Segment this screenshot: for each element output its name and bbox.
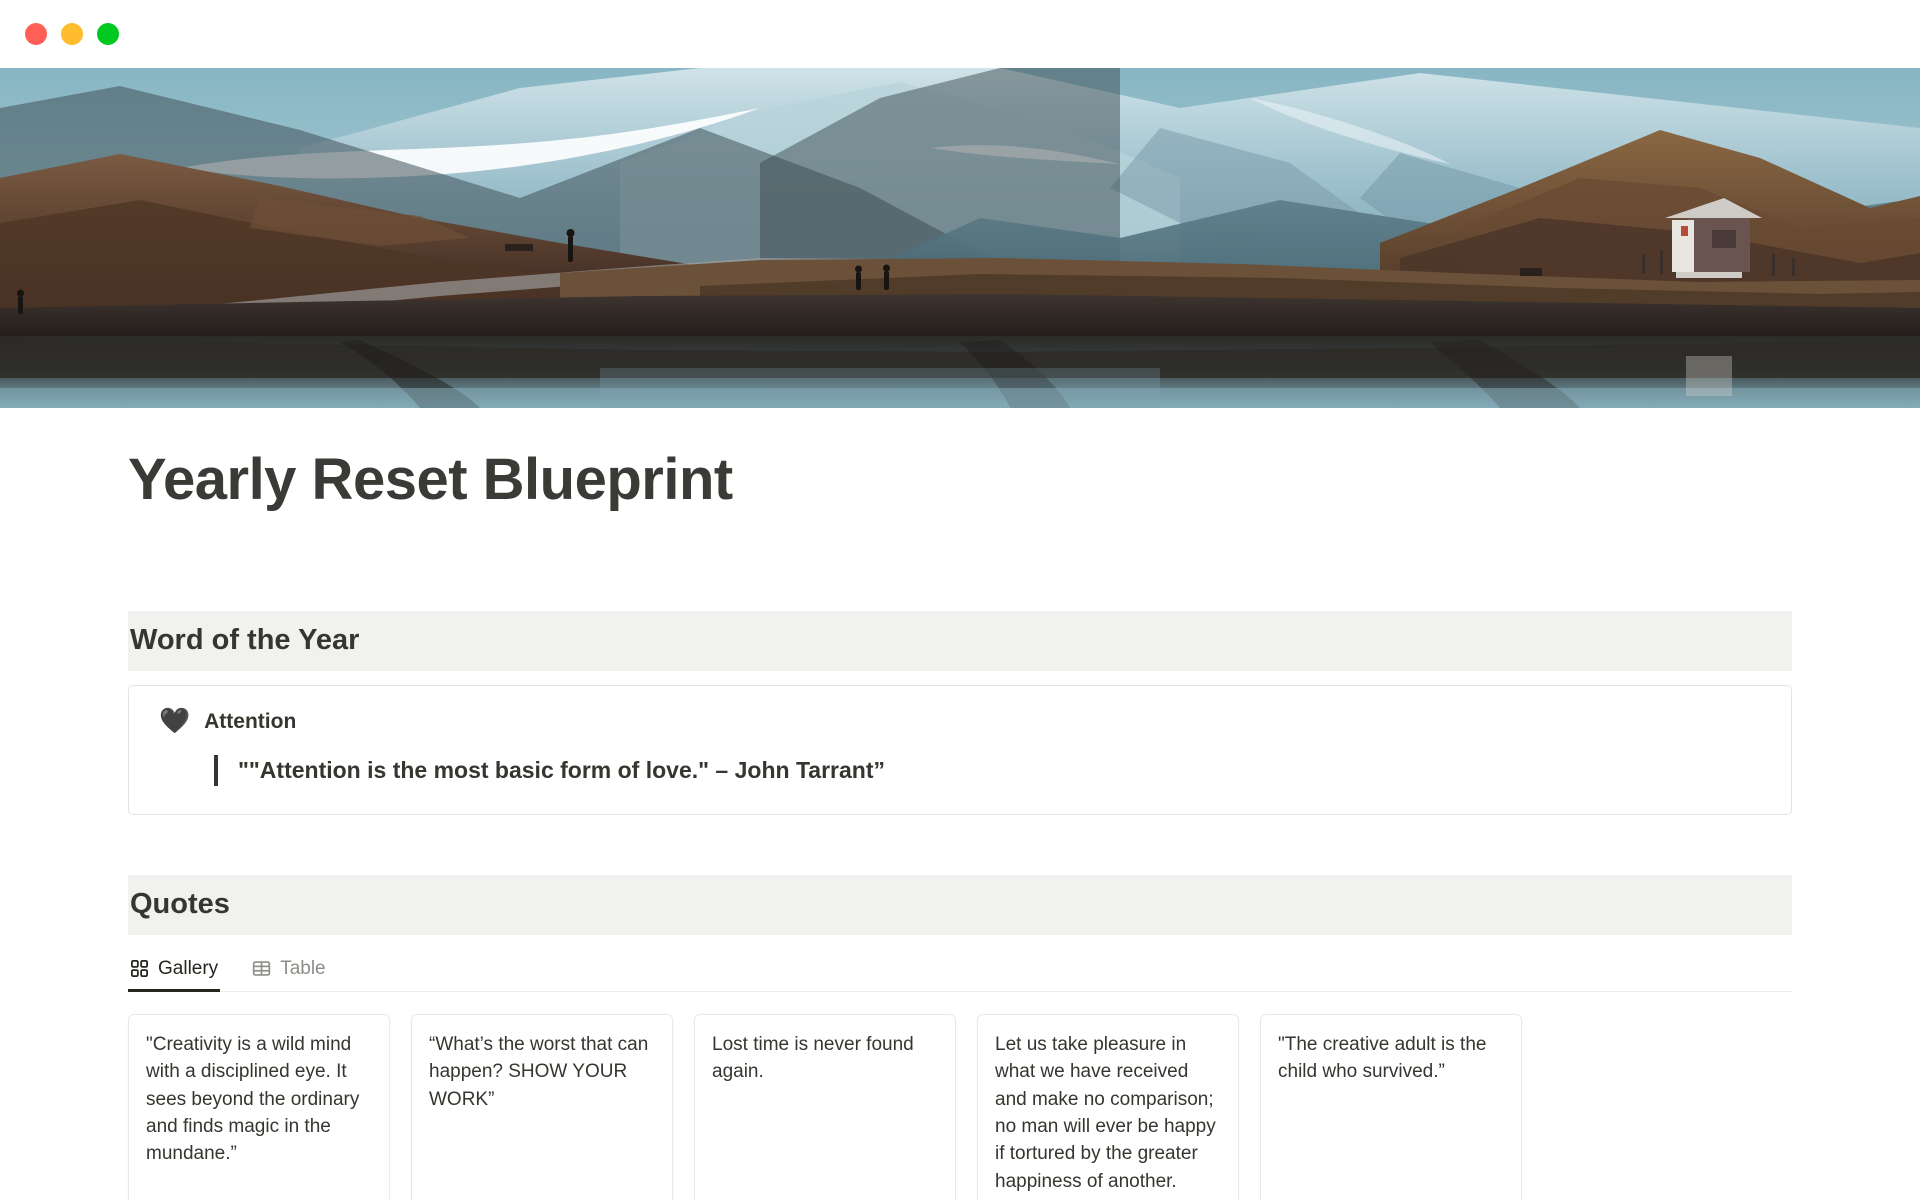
page-content: Yearly Reset Blueprint Word of the Year … [0, 446, 1920, 1200]
word-of-the-year-card[interactable]: 🖤 Attention ""Attention is the most basi… [128, 685, 1792, 816]
page-title: Yearly Reset Blueprint [128, 447, 733, 512]
quote-card[interactable]: “What’s the worst that can happen? SHOW … [411, 1013, 673, 1200]
tab-table[interactable]: Table [250, 954, 327, 991]
word-of-the-year-quote: ""Attention is the most basic form of lo… [214, 755, 1761, 787]
grid-icon [130, 959, 149, 978]
table-icon [252, 959, 271, 978]
quotes-heading: Quotes [128, 875, 1792, 935]
word-of-the-year-value: Attention [204, 709, 297, 733]
tab-gallery[interactable]: Gallery [128, 954, 221, 992]
window-title-bar [0, 0, 1920, 68]
word-of-the-year-heading: Word of the Year [128, 611, 1792, 672]
quote-card[interactable]: Let us take pleasure in what we have rec… [977, 1013, 1239, 1200]
quotes-gallery: "Creativity is a wild mind with a discip… [128, 1013, 1792, 1200]
maximize-window-button[interactable] [97, 23, 119, 45]
quotes-view-tabs: Gallery Table [128, 954, 1792, 992]
word-of-the-year-card-header: 🖤 Attention [159, 709, 1761, 734]
black-heart-icon: 🖤 [159, 707, 191, 736]
mountain-lake-photo [0, 68, 1920, 408]
quote-card[interactable]: "The creative adult is the child who sur… [1260, 1013, 1522, 1200]
minimize-window-button[interactable] [61, 23, 83, 45]
hero-cover-image [0, 68, 1920, 408]
tab-table-label: Table [280, 957, 326, 979]
quote-card[interactable]: Lost time is never found again. [694, 1013, 956, 1200]
quote-card[interactable]: "Creativity is a wild mind with a discip… [128, 1013, 390, 1200]
close-window-button[interactable] [25, 23, 47, 45]
tab-gallery-label: Gallery [158, 957, 219, 979]
